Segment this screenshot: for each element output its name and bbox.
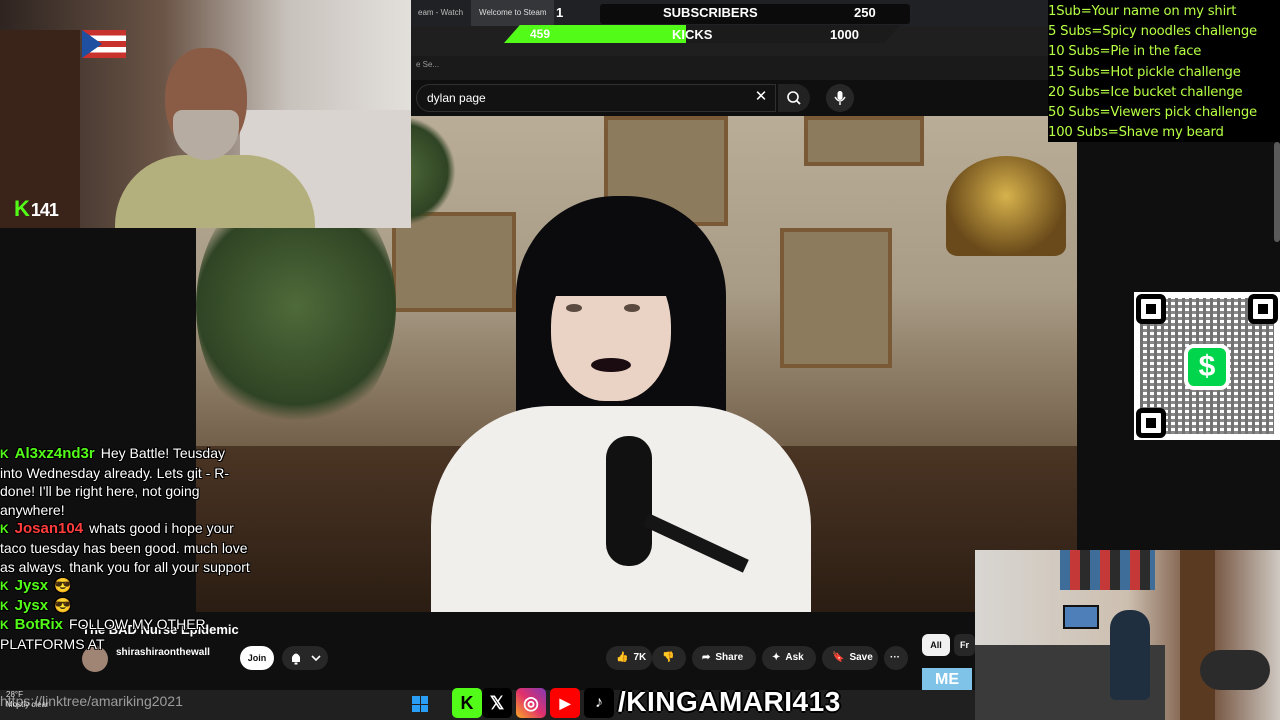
sparkle-icon: ✦ [772, 652, 781, 663]
dislike-button[interactable]: 👎 [652, 646, 686, 670]
bell-icon [292, 653, 321, 665]
viewer-count-badge: K 141 [14, 196, 59, 222]
stream-scene: eam - Watch Welcome to Steam e Se... dyl… [0, 0, 1280, 720]
ask-label: Ask [785, 652, 804, 663]
windows-start-icon[interactable] [412, 696, 428, 712]
chat-username: Jysx [14, 596, 49, 614]
subscriber-goal-target: 250 [854, 5, 876, 20]
chip-all[interactable]: All [922, 634, 950, 656]
chat-message: K BotRix FOLLOW MY OTHER PLATFORMS AT [0, 615, 250, 653]
room-monitor [1063, 605, 1099, 629]
save-button[interactable]: 🔖 Save [822, 646, 878, 670]
sub-goal-item: 50 Subs=Viewers pick challenge [1048, 105, 1257, 121]
share-label: Share [715, 652, 744, 663]
chip-next[interactable]: Fr [954, 634, 975, 656]
chat-message: K Josan104 whats good i hope your taco tue… [0, 519, 250, 576]
linktree-url: https://linktree/amariking2021 [0, 693, 183, 709]
browser-tab[interactable]: eam - Watch [410, 0, 471, 26]
podcast-microphone [606, 436, 652, 566]
cashapp-icon: $ [1184, 344, 1230, 390]
kick-badge-icon: K [0, 579, 9, 594]
more-actions-button[interactable]: ··· [884, 646, 908, 670]
wall-painting [804, 116, 924, 166]
wall-painting [780, 228, 892, 368]
chat-message: K Jysx 😎 [0, 576, 250, 596]
chat-username: Josan104 [14, 520, 84, 538]
youtube-icon: ▶ [550, 688, 580, 718]
sub-goal-item: 1Sub=Your name on my shirt [1048, 4, 1237, 19]
room-camera [975, 550, 1280, 720]
chat-message: K Al3xz4nd3r Hey Battle! Teusday into Wedn… [0, 444, 250, 519]
chat-text: 😎 [54, 577, 72, 594]
x-icon: 𝕏 [482, 688, 512, 718]
streamer-webcam: K 141 [0, 0, 411, 228]
qr-finder [1136, 294, 1166, 324]
like-count: 7K [633, 652, 647, 663]
voice-search-button[interactable] [826, 84, 854, 112]
sub-goals-list: 1Sub=Your name on my shirt 5 Subs=Spicy … [1048, 0, 1280, 142]
thumbs-up-icon: 👍 [616, 652, 629, 663]
streamer [115, 40, 315, 228]
sub-goal-item: 5 Subs=Spicy noodles challenge [1048, 24, 1257, 40]
cashapp-qr-code: $ [1134, 292, 1280, 440]
browser-tab-steam[interactable]: Welcome to Steam [471, 0, 555, 26]
like-button[interactable]: 👍 7K [606, 646, 652, 670]
chat-message: K Jysx 😎 [0, 596, 250, 616]
hat-wall [1060, 550, 1155, 590]
sub-goal-item: 10 Subs=Pie in the face [1048, 44, 1202, 60]
search-button[interactable] [778, 84, 810, 112]
microphone-icon [834, 91, 846, 105]
search-icon [787, 91, 801, 105]
bookmark-icon: 🔖 [832, 652, 845, 663]
kicks-goal-label: KICKS [672, 27, 713, 42]
chat-text: 😎 [54, 596, 72, 613]
save-label: Save [849, 652, 873, 663]
tiktok-icon: ♪ [584, 688, 614, 718]
address-bar[interactable]: e Se... [410, 56, 1050, 80]
instagram-icon: ◎ [516, 688, 546, 718]
clear-search-icon[interactable]: ✕ [752, 88, 770, 106]
kick-logo-icon: K [14, 196, 30, 221]
search-input[interactable]: dylan page [416, 84, 776, 112]
kick-icon: K [452, 688, 482, 718]
share-icon: ➦ [702, 652, 711, 663]
more-icon: ··· [890, 652, 900, 663]
page-scrollbar[interactable] [1274, 142, 1280, 242]
host-eye [566, 304, 582, 312]
streamer-beard [173, 110, 239, 160]
ask-button[interactable]: ✦ Ask [762, 646, 816, 670]
streamer-body [115, 155, 315, 228]
me-badge: ME [922, 668, 972, 690]
subscriber-goal-label: SUBSCRIBERS [663, 5, 758, 20]
chat-username: BotRix [14, 616, 64, 634]
qr-finder [1248, 294, 1278, 324]
lamp [946, 156, 1066, 256]
sub-goal-item: 15 Subs=Hot pickle challenge [1048, 64, 1241, 80]
kick-badge-icon: K [0, 618, 9, 633]
chat-username: Jysx [14, 577, 49, 595]
room-dog [1200, 650, 1270, 690]
kick-badge-icon: K [0, 447, 9, 461]
sub-goal-item: 20 Subs=Ice bucket challenge [1048, 84, 1243, 100]
qr-finder [1136, 408, 1166, 438]
room-door [1180, 550, 1215, 720]
thumbs-down-icon: 👎 [662, 652, 675, 663]
subscriber-goal-current: 1 [556, 5, 564, 20]
kicks-goal-target: 1000 [830, 27, 859, 42]
subscribe-bell-button[interactable] [282, 646, 328, 670]
kicks-goal-current: 459 [530, 27, 551, 41]
chat-username: Al3xz4nd3r [14, 445, 95, 462]
room-person [1110, 610, 1150, 700]
sub-goal-item: 100 Subs=Shave my beard [1048, 125, 1224, 141]
share-button[interactable]: ➦ Share [692, 646, 756, 670]
viewer-count: 141 [30, 200, 59, 220]
chat-overlay: K Al3xz4nd3r Hey Battle! Teusday into Wedn… [0, 444, 250, 654]
kick-badge-icon: K [0, 522, 9, 537]
host-lips [591, 358, 631, 372]
kick-badge-icon: K [0, 598, 9, 613]
host-eye [624, 304, 640, 312]
streamer-handle: /KINGAMARI413 [618, 686, 841, 717]
